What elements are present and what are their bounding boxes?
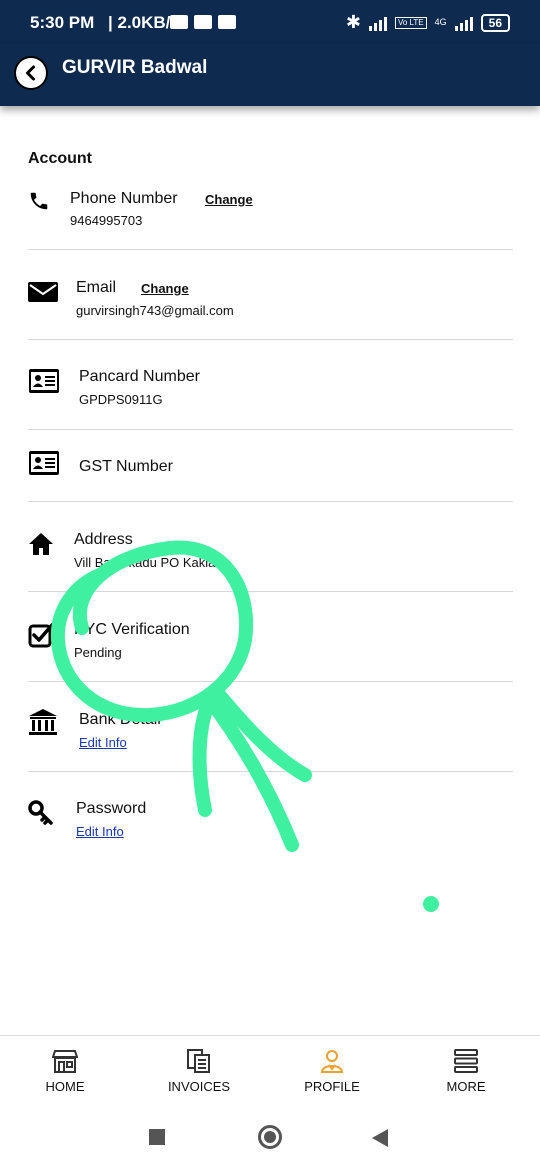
menu-icon [454,1049,478,1073]
email-value: gurvirsingh743@gmail.com [76,303,234,318]
phone-icon [30,192,48,210]
battery-icon: 56 [480,13,510,32]
bank-edit-info-link[interactable]: Edit Info [79,735,127,750]
phone-row: Phone Number Change 9464995703 [28,184,513,250]
nav-home[interactable]: HOME [15,1048,115,1094]
system-back-button[interactable] [372,1129,388,1147]
checkbox-checked-icon [28,623,54,648]
nav-profile-label: PROFILE [304,1079,360,1094]
status-time: 5:30 PM [30,13,95,32]
phone-label: Phone Number [70,190,178,207]
key-icon [28,800,53,825]
system-navigation-bar [0,1105,540,1170]
gst-label: GST Number [79,458,173,475]
pancard-value: GPDPS0911G [79,392,163,407]
app-bar: GURVIR Badwal [0,44,540,106]
back-button[interactable] [14,56,48,90]
volte-icon: Vo LTE [394,16,427,29]
kyc-label: KYC Verification [74,621,190,638]
store-icon [52,1050,78,1073]
annotation-dot [423,896,439,912]
email-icon [28,282,58,302]
nav-home-label: HOME [45,1079,85,1094]
paytm-notification-icon-2 [218,15,236,29]
password-label: Password [76,800,147,817]
message-notification-icon [170,15,188,29]
network-type: 4G [434,17,447,27]
account-section-title: Account [28,150,92,167]
phone-value: 9464995703 [70,213,143,228]
gst-row: GST Number [28,430,513,502]
email-label: Email [76,279,117,296]
status-bar: 5:30 PM | 2.0KB/s ✱ Vo LTE 4G 56 [0,0,540,44]
nav-invoices-label: INVOICES [167,1079,231,1094]
documents-icon [187,1049,210,1073]
bluetooth-icon: ✱ [345,12,361,32]
id-card-icon [29,451,59,475]
kyc-value: Pending [74,645,122,660]
recent-apps-button[interactable] [149,1129,165,1145]
bank-icon [29,709,57,735]
phone-change-link[interactable]: Change [205,192,253,207]
system-home-button[interactable] [258,1125,282,1149]
bank-label: Bank Detail [79,711,161,728]
pancard-row: Pancard Number GPDPS0911G [28,340,513,430]
home-icon [29,533,53,555]
status-right-group: ✱ Vo LTE 4G 56 [346,12,510,33]
password-edit-info-link[interactable]: Edit Info [76,824,124,839]
address-value: Vill Basarkadu PO Kakiana [74,555,230,570]
address-label: Address [74,531,133,548]
page-title: GURVIR Badwal [62,57,208,78]
paytm-notification-icon [194,15,212,29]
signal-icon-2 [454,15,473,31]
chevron-left-icon [26,65,35,81]
pancard-label: Pancard Number [79,368,200,385]
bank-row: Bank Detail Edit Info [28,682,513,772]
password-row: Password Edit Info [28,772,513,844]
signal-icon [368,15,387,31]
nav-more[interactable]: MORE [416,1048,516,1094]
address-row: Address Vill Basarkadu PO Kakiana [28,502,513,592]
nav-more-label: MORE [446,1079,486,1094]
bottom-navigation: HOME INVOICES PROFILE MORE [0,1035,540,1105]
email-row: Email Change gurvirsingh743@gmail.com [28,250,513,340]
nav-profile[interactable]: PROFILE [282,1048,382,1094]
kyc-row: KYC Verification Pending [28,592,513,682]
email-change-link[interactable]: Change [141,281,189,296]
id-card-icon [29,369,59,393]
nav-invoices[interactable]: INVOICES [149,1048,249,1094]
profile-icon [320,1050,344,1073]
